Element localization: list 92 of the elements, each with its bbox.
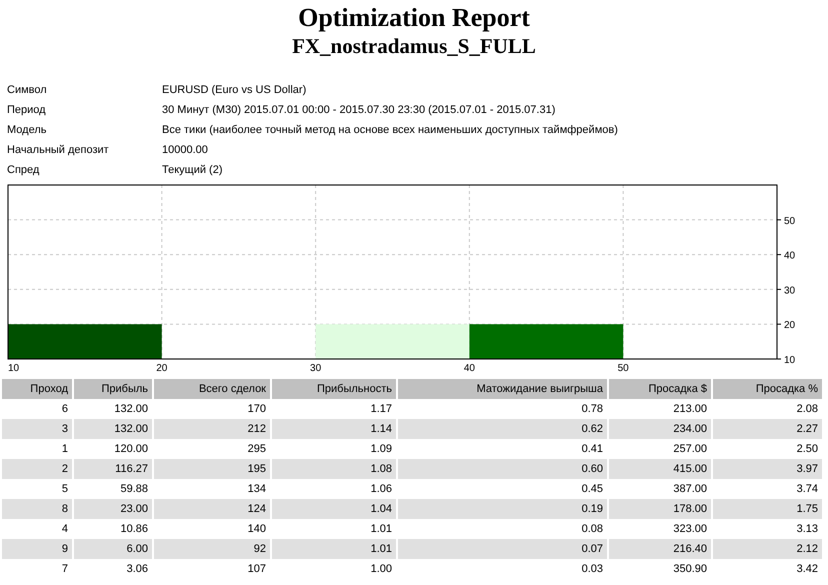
- table-cell-text: 0.41: [580, 442, 604, 457]
- table-cell: 1.01: [272, 539, 396, 559]
- table-cell: 1.14: [272, 419, 396, 439]
- table-cell: 132.00: [74, 419, 152, 439]
- axis-label: 10: [8, 363, 20, 374]
- table-cell-text: 323.00: [672, 522, 708, 537]
- table-cell: 8: [2, 499, 72, 519]
- table-cell: 1.08: [272, 459, 396, 479]
- info-value: Все тики (наиболее точный метод на основе всех наименьших доступных таймфреймов): [162, 123, 619, 138]
- table-cell-text: 3.13: [796, 522, 819, 537]
- table-cell-text: 1.06: [370, 482, 393, 497]
- info-label: Модель: [7, 123, 48, 138]
- table-cell-text: 10.86: [119, 522, 149, 537]
- table-cell-text: 387.00: [672, 482, 708, 497]
- table-cell-text: 0.03: [580, 562, 604, 577]
- table-cell: 178.00: [609, 499, 711, 519]
- axis-label: 50: [618, 363, 629, 374]
- table-cell-text: 1.09: [370, 442, 393, 457]
- table-cell: 2.12: [713, 539, 822, 559]
- axis-label: 40: [464, 363, 475, 374]
- column-header: Просадка %: [713, 379, 822, 399]
- table-cell-text: 134: [246, 482, 267, 497]
- table-cell-text: 5: [60, 482, 69, 497]
- table-cell-text: 3.42: [796, 562, 819, 577]
- table-cell-text: 257.00: [672, 442, 708, 457]
- table-cell: 195: [154, 459, 270, 479]
- table-cell: 116.27: [74, 459, 152, 479]
- column-header: Матожидание выигрыша: [398, 379, 607, 399]
- table-cell: 0.60: [398, 459, 607, 479]
- info-value: Текущий (2): [162, 163, 224, 178]
- table-cell-text: 1.00: [370, 562, 393, 577]
- column-header: Прибыль: [74, 379, 152, 399]
- table-cell: 415.00: [609, 459, 711, 479]
- axis-label: 30: [784, 285, 796, 296]
- table-cell: 216.40: [609, 539, 711, 559]
- table-cell-text: 59.88: [119, 482, 149, 497]
- info-value: 10000.00: [162, 143, 209, 158]
- table-cell-text: 295: [246, 442, 267, 457]
- table-cell-text: 7: [60, 562, 69, 577]
- table-cell: 23.00: [74, 499, 152, 519]
- table-cell: 0.07: [398, 539, 607, 559]
- column-header: Проход: [2, 379, 72, 399]
- info-label: Символ: [7, 83, 48, 98]
- info-label: Период: [7, 103, 47, 118]
- table-cell-text: 3.06: [126, 562, 149, 577]
- table-cell-text: 1.17: [370, 402, 393, 417]
- table-cell: 2: [2, 459, 72, 479]
- column-header: Прибыльность: [272, 379, 396, 399]
- table-cell-text: 1.01: [370, 522, 393, 537]
- table-cell: 234.00: [609, 419, 711, 439]
- axis-label: 10: [784, 355, 796, 366]
- info-label: Начальный депозит: [7, 143, 110, 158]
- report-title: Optimization Report: [298, 3, 530, 33]
- table-cell: 212: [154, 419, 270, 439]
- table-cell: 6.00: [74, 539, 152, 559]
- axis-label: 50: [784, 216, 796, 227]
- table-cell-text: 1: [60, 442, 69, 457]
- table-cell-text: 6: [60, 402, 69, 417]
- info-label: Спред: [7, 163, 40, 178]
- table-cell-text: 140: [246, 522, 267, 537]
- table-cell: 1.75: [713, 499, 822, 519]
- table-cell-text: 4: [60, 522, 69, 537]
- table-cell-text: 2.08: [796, 402, 819, 417]
- axis-label: 20: [156, 363, 168, 374]
- table-cell-text: 3.74: [796, 482, 819, 497]
- column-header: Всего сделок: [154, 379, 270, 399]
- axis-label: 40: [784, 250, 796, 262]
- table-cell-text: 132.00: [113, 402, 149, 417]
- info-value: EURUSD (Euro vs US Dollar): [162, 83, 308, 98]
- table-cell-text: 0.08: [580, 522, 604, 537]
- table-cell-text: 0.45: [580, 482, 604, 497]
- table-cell: 0.62: [398, 419, 607, 439]
- table-cell-text: 350.90: [672, 562, 708, 577]
- table-cell: 2.27: [713, 419, 822, 439]
- table-cell-text: 0.78: [580, 402, 604, 417]
- table-cell: 3.97: [713, 459, 822, 479]
- table-cell-text: 120.00: [113, 442, 149, 457]
- table-cell: 3: [2, 419, 72, 439]
- table-cell: 1.04: [272, 499, 396, 519]
- axis-label: 30: [310, 363, 322, 374]
- table-cell-text: 213.00: [672, 402, 708, 417]
- table-cell: 9: [2, 539, 72, 559]
- axis-label: 20: [784, 320, 796, 332]
- column-header: Просадка $: [609, 379, 711, 399]
- table-cell-text: 170: [246, 402, 267, 417]
- info-value: 30 Минут (M30) 2015.07.01 00:00 - 2015.07.30 23:30 (2015.07.01 - 2015.07.31): [162, 103, 556, 118]
- report-subtitle: FX_nostradamus_S_FULL: [292, 33, 536, 59]
- table-cell: 124: [154, 499, 270, 519]
- table-cell: 0.19: [398, 499, 607, 519]
- table-cell: 92: [154, 539, 270, 559]
- table-cell-text: 2.50: [796, 442, 819, 457]
- table-cell-text: 107: [246, 562, 267, 577]
